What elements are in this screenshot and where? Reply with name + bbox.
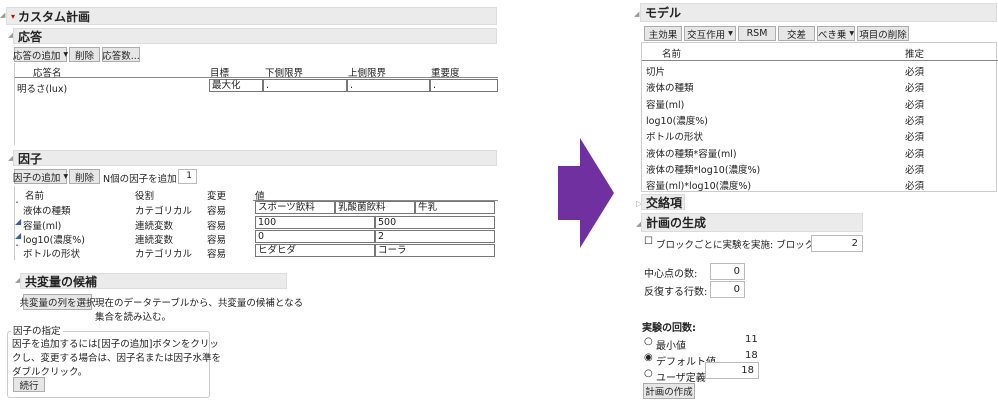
model-term-estimability[interactable]: 必須 <box>905 129 924 143</box>
add-n-factors-input[interactable]: 1 <box>178 169 197 184</box>
block-checkbox[interactable]: ☐ <box>644 236 653 247</box>
model-term-estimability[interactable]: 必須 <box>905 162 924 176</box>
responses-header: 応答 <box>13 28 497 44</box>
disclosure-icon[interactable]: ◢ <box>0 11 5 19</box>
continue-button[interactable]: 続行 <box>13 377 45 392</box>
cross-button[interactable]: 交差 <box>778 26 815 41</box>
factors-header: 因子 <box>13 150 497 166</box>
remove-term-button[interactable]: 項目の削除 <box>857 26 909 41</box>
model-term-estimability[interactable]: 必須 <box>905 80 924 94</box>
delete-response-button[interactable]: 削除 <box>69 47 100 62</box>
model-term[interactable]: log10(濃度%) <box>646 113 708 127</box>
custom-design-header: ▾ カスタム計画 <box>6 7 497 25</box>
arrow-right-icon <box>558 138 614 248</box>
categorical-icon: ˇ <box>15 244 19 253</box>
model-term-estimability[interactable]: 必須 <box>905 178 924 192</box>
radio-user-defined[interactable]: ○ <box>644 368 653 379</box>
model-term[interactable]: 液体の種類*容量(ml) <box>646 146 737 160</box>
responses-table: 応答名 目標 下側限界 上側限界 重要度 明るさ(lux) 最大化 . . . <box>14 63 498 145</box>
upper-limit-cell[interactable]: . <box>347 79 430 92</box>
block-size-input[interactable]: 2 <box>811 235 863 252</box>
make-design-button[interactable]: 計画の作成 <box>643 383 695 399</box>
model-term[interactable]: 液体の種類 <box>646 80 694 94</box>
add-factor-button[interactable]: 因子の追加 ▾ <box>13 169 68 184</box>
model-term[interactable]: 液体の種類*log10(濃度%) <box>646 162 760 176</box>
covariates-header: 共変量の候補 <box>20 273 287 289</box>
select-covariate-columns-button[interactable]: 共変量の列を選択 <box>20 294 96 310</box>
lower-limit-cell[interactable]: . <box>263 79 347 92</box>
number-of-responses-button[interactable]: 応答数... <box>102 47 140 62</box>
model-term-estimability[interactable]: 必須 <box>905 64 924 78</box>
continuous-icon: ◢ <box>15 231 22 240</box>
radio-default[interactable]: ◉ <box>644 352 653 363</box>
radio-minimum[interactable]: ○ <box>644 336 653 347</box>
goal-cell[interactable]: 最大化 <box>209 79 263 92</box>
model-term[interactable]: 容量(ml)*log10(濃度%) <box>646 178 751 192</box>
model-header: モデル <box>640 3 997 22</box>
center-points-input[interactable]: 0 <box>710 263 745 280</box>
interactions-button[interactable]: 交互作用 ▾ <box>684 26 736 41</box>
disclosure-icon[interactable]: ◢ <box>634 10 639 18</box>
response-name[interactable]: 明るさ(lux) <box>17 81 67 95</box>
rsm-button[interactable]: RSM <box>738 26 776 41</box>
delete-factor-button[interactable]: 削除 <box>69 169 100 184</box>
continuous-icon: ◢ <box>15 217 22 226</box>
add-response-button[interactable]: 応答の追加 ▾ <box>13 47 68 62</box>
factors-table: 名前 役割 変更 値 ˇ 液体の種類 カテゴリカル 容易 スポーツ飲料 乳酸菌飲… <box>14 186 498 260</box>
red-triangle-menu-icon[interactable]: ▾ <box>11 12 15 21</box>
confounding-header[interactable]: 交絡項 <box>641 194 685 210</box>
model-term[interactable]: 切片 <box>646 64 665 78</box>
generation-header: 計画の生成 <box>641 213 863 232</box>
categorical-icon: ˇ <box>15 201 19 210</box>
user-defined-runs-input[interactable]: 18 <box>705 362 759 379</box>
powers-button[interactable]: べき乗 ▾ <box>817 26 855 41</box>
model-term-estimability[interactable]: 必須 <box>905 113 924 127</box>
model-term-estimability[interactable]: 必須 <box>905 97 924 111</box>
model-table: 名前 推定 切片 必須 液体の種類 必須 容量(ml) 必須 log10(濃度%) 必須 ボトル… <box>641 42 998 192</box>
model-term[interactable]: 容量(ml) <box>646 97 684 111</box>
main-effects-button[interactable]: 主効果 <box>644 26 682 41</box>
model-term-estimability[interactable]: 必須 <box>905 146 924 160</box>
replicate-runs-input[interactable]: 0 <box>710 281 745 298</box>
model-term[interactable]: ボトルの形状 <box>646 129 703 143</box>
importance-cell[interactable]: . <box>430 79 498 92</box>
